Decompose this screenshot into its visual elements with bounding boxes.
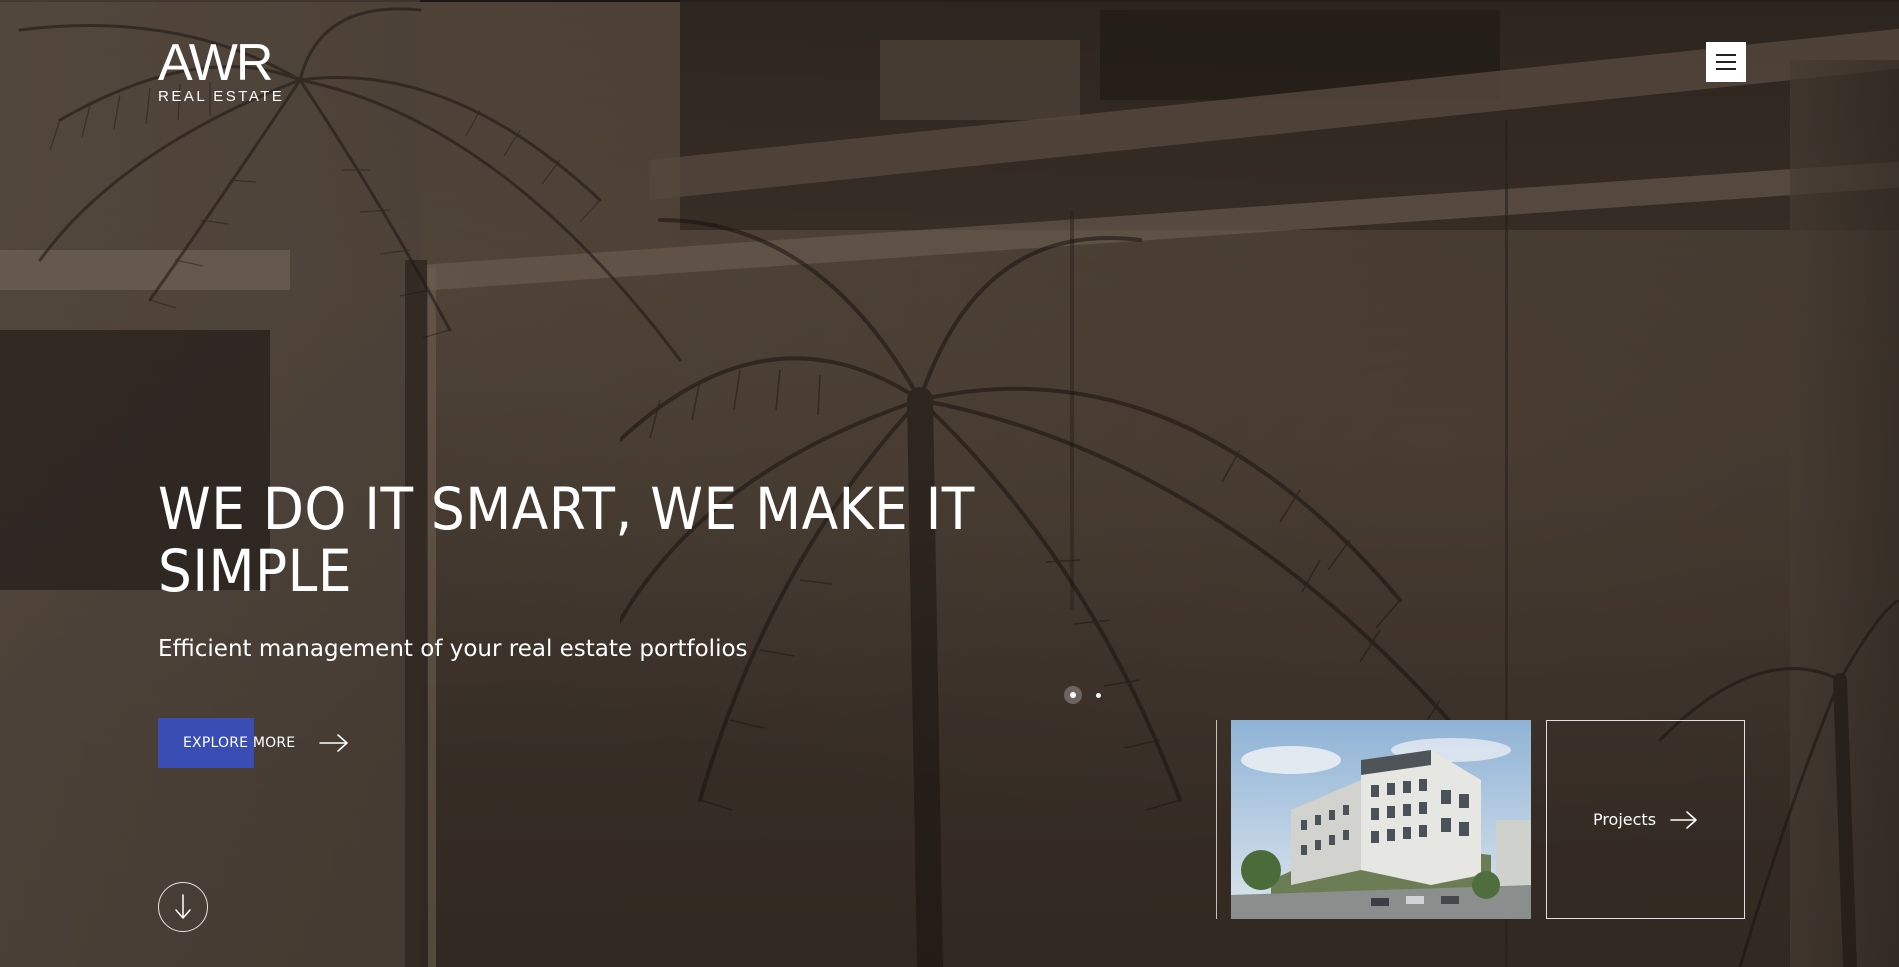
scroll-down-button[interactable] bbox=[158, 882, 208, 932]
projects-divider bbox=[1216, 720, 1217, 919]
project-thumbnail[interactable] bbox=[1231, 720, 1531, 919]
apartment-building-image bbox=[1231, 720, 1531, 919]
arrow-right-icon bbox=[1670, 810, 1697, 829]
explore-more-button[interactable]: EXPLORE MORE bbox=[158, 718, 349, 768]
hamburger-menu-icon bbox=[1716, 54, 1736, 70]
hero-subheadline: Efficient management of your real estate… bbox=[158, 636, 748, 662]
slider-dot-1[interactable] bbox=[1064, 686, 1082, 704]
slider-dot-2[interactable] bbox=[1096, 692, 1101, 698]
projects-link[interactable]: Projects bbox=[1546, 720, 1745, 919]
logo[interactable]: AWR REAL ESTATE bbox=[158, 34, 285, 105]
menu-button[interactable] bbox=[1706, 42, 1746, 82]
arrow-right-icon bbox=[319, 734, 349, 752]
hero-section: AWR REAL ESTATE WE DO IT SMART, WE MAKE … bbox=[0, 0, 1899, 967]
hero-headline: WE DO IT SMART, WE MAKE IT SIMPLE bbox=[158, 475, 975, 605]
slider-pagination bbox=[1064, 686, 1101, 704]
explore-more-label: EXPLORE MORE bbox=[183, 735, 296, 751]
logo-mark: AWR bbox=[158, 34, 273, 92]
logo-subtitle: REAL ESTATE bbox=[158, 88, 285, 105]
arrow-down-icon bbox=[175, 894, 191, 919]
projects-label: Projects bbox=[1592, 810, 1657, 829]
